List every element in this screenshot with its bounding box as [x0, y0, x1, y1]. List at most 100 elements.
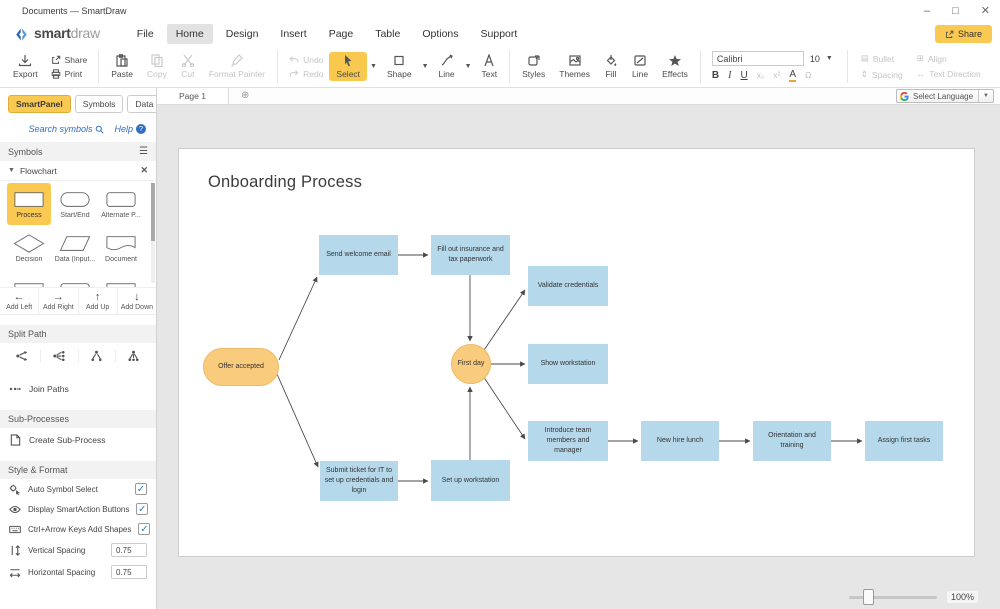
font-size-dropdown[interactable]: 10 ▼: [810, 54, 836, 64]
split-path-3-down-button[interactable]: [115, 349, 152, 363]
redo-icon: [289, 69, 299, 79]
maximize-icon[interactable]: □: [952, 6, 959, 17]
line-format-button[interactable]: Line: [625, 52, 655, 81]
auto-symbol-select-checkbox[interactable]: ✓: [135, 483, 147, 495]
flowchart-node-setup[interactable]: Set up workstation: [431, 460, 510, 501]
line-tool-button[interactable]: Line: [432, 52, 462, 81]
tab-data[interactable]: Data: [127, 95, 157, 113]
add-down-button[interactable]: ↓Add Down: [117, 288, 156, 314]
add-page-icon[interactable]: ⊕: [241, 91, 249, 101]
themes-button[interactable]: Themes: [552, 52, 597, 81]
flowchart-node-insurance[interactable]: Fill out insurance and tax paperwork: [431, 235, 510, 275]
flowchart-node-welcome[interactable]: Send welcome email: [319, 235, 398, 275]
flowchart-node-tasks[interactable]: Assign first tasks: [865, 421, 943, 461]
paste-button[interactable]: Paste: [104, 52, 140, 81]
export-button[interactable]: Export: [6, 52, 45, 81]
flowchart-node-validate[interactable]: Validate credentials: [528, 266, 608, 306]
effects-button[interactable]: Effects: [655, 52, 695, 81]
diagram-title[interactable]: Onboarding Process: [208, 173, 362, 192]
line-dropdown-icon[interactable]: ▼: [462, 63, 475, 70]
horizontal-spacing-icon: [9, 567, 21, 578]
display-smartaction-option[interactable]: Display SmartAction Buttons ✓: [0, 499, 156, 519]
zoom-slider-handle[interactable]: [863, 589, 874, 605]
symbol-data-input[interactable]: Data (Input...: [53, 227, 97, 269]
symbol-document[interactable]: Document: [99, 227, 143, 269]
menu-options[interactable]: Options: [413, 24, 467, 44]
flowchart-node-lunch[interactable]: New hire lunch: [641, 421, 719, 461]
display-smartaction-checkbox[interactable]: ✓: [136, 503, 148, 515]
bold-button[interactable]: B: [712, 70, 719, 81]
font-color-button[interactable]: A: [789, 69, 796, 82]
add-right-button[interactable]: →Add Right: [38, 288, 77, 314]
flowchart-node-ticket[interactable]: Submit ticket for IT to set up credentia…: [320, 461, 398, 501]
help-link[interactable]: Help ?: [114, 124, 146, 134]
add-left-button[interactable]: ←Add Left: [0, 288, 38, 314]
flowchart-close-icon[interactable]: ✕: [140, 165, 148, 176]
zoom-slider[interactable]: [849, 596, 937, 599]
search-symbols-link[interactable]: Search symbols: [28, 124, 104, 134]
menu-insert[interactable]: Insert: [271, 24, 315, 44]
symbol-start-end[interactable]: Start/End: [53, 183, 97, 225]
vertical-spacing-input[interactable]: [111, 543, 147, 557]
menu-design[interactable]: Design: [217, 24, 268, 44]
share-button[interactable]: Share: [935, 25, 992, 43]
print-button[interactable]: Print: [51, 69, 88, 79]
menu-home[interactable]: Home: [167, 24, 213, 44]
flowchart-node-firstday[interactable]: First day: [451, 344, 491, 384]
flowchart-group-row[interactable]: ▼ Flowchart ✕: [0, 161, 156, 181]
shape-tool-button[interactable]: Shape: [380, 52, 419, 81]
connector-firstday-to-introduce: [483, 376, 525, 439]
join-paths-button[interactable]: Join Paths: [0, 377, 156, 401]
flowchart-node-introduce[interactable]: Introduce team members and manager: [528, 421, 608, 461]
subscript-button[interactable]: x₂: [757, 70, 765, 81]
close-icon[interactable]: ✕: [981, 6, 990, 17]
undo-button: Undo: [289, 55, 323, 65]
italic-button[interactable]: I: [728, 70, 731, 81]
flowchart-node-offer[interactable]: Offer accepted: [203, 348, 279, 386]
document-page[interactable]: Onboarding Process Offer accepted Send we…: [178, 148, 975, 557]
font-name-input[interactable]: [712, 51, 804, 66]
ctrl-arrow-keys-checkbox[interactable]: ✓: [138, 523, 150, 535]
symbol-decision[interactable]: Decision: [7, 227, 51, 269]
flowchart-node-orientation[interactable]: Orientation and training: [753, 421, 831, 461]
split-path-2-right-button[interactable]: [4, 349, 40, 363]
tab-smartpanel[interactable]: SmartPanel: [8, 95, 71, 113]
fill-button[interactable]: Fill: [597, 52, 625, 81]
symbol-alternate-p[interactable]: Alternate P...: [99, 183, 143, 225]
symbol-button[interactable]: Ω: [805, 70, 811, 81]
styles-button[interactable]: Styles: [515, 52, 552, 81]
superscript-button[interactable]: x²: [773, 70, 780, 81]
select-language-button[interactable]: Select Language ▼: [896, 89, 994, 103]
menu-file[interactable]: File: [128, 24, 163, 44]
menu-support[interactable]: Support: [472, 24, 527, 44]
tab-symbols[interactable]: Symbols: [75, 95, 124, 113]
add-up-button[interactable]: ↑Add Up: [78, 288, 117, 314]
symbol-process[interactable]: Process: [7, 183, 51, 225]
symbols-scrollbar[interactable]: [151, 183, 155, 283]
symbol-partial[interactable]: [7, 271, 51, 287]
ctrl-arrow-keys-option[interactable]: Ctrl+Arrow Keys Add Shapes ✓: [0, 519, 156, 539]
split-path-3-right-button[interactable]: [40, 349, 77, 363]
join-paths-icon: [9, 383, 22, 395]
symbol-partial[interactable]: [53, 271, 97, 287]
symbols-menu-icon[interactable]: ☰: [139, 146, 148, 157]
select-dropdown-icon[interactable]: ▼: [367, 63, 380, 70]
menu-table[interactable]: Table: [366, 24, 409, 44]
horizontal-spacing-input[interactable]: [111, 565, 147, 579]
underline-button[interactable]: U: [740, 70, 747, 81]
minimize-icon[interactable]: –: [924, 6, 930, 17]
share-toolbar-button[interactable]: Share: [51, 55, 88, 65]
select-tool-button[interactable]: Select: [329, 52, 367, 81]
drawing-canvas[interactable]: Onboarding Process Offer accepted Send we…: [157, 105, 1000, 609]
auto-symbol-select-option[interactable]: Auto Symbol Select ✓: [0, 479, 156, 499]
menu-page[interactable]: Page: [320, 24, 363, 44]
shape-dropdown-icon[interactable]: ▼: [419, 63, 432, 70]
symbol-partial[interactable]: [99, 271, 143, 287]
split-path-2-down-button[interactable]: [78, 349, 115, 363]
line-icon: [440, 54, 454, 67]
flowchart-node-show[interactable]: Show workstation: [528, 344, 608, 384]
create-sub-process-button[interactable]: Create Sub-Process: [0, 428, 156, 452]
page-tab[interactable]: Page 1: [157, 88, 229, 104]
arrow-left-icon: ←: [14, 292, 25, 303]
text-tool-button[interactable]: Text: [475, 52, 505, 81]
